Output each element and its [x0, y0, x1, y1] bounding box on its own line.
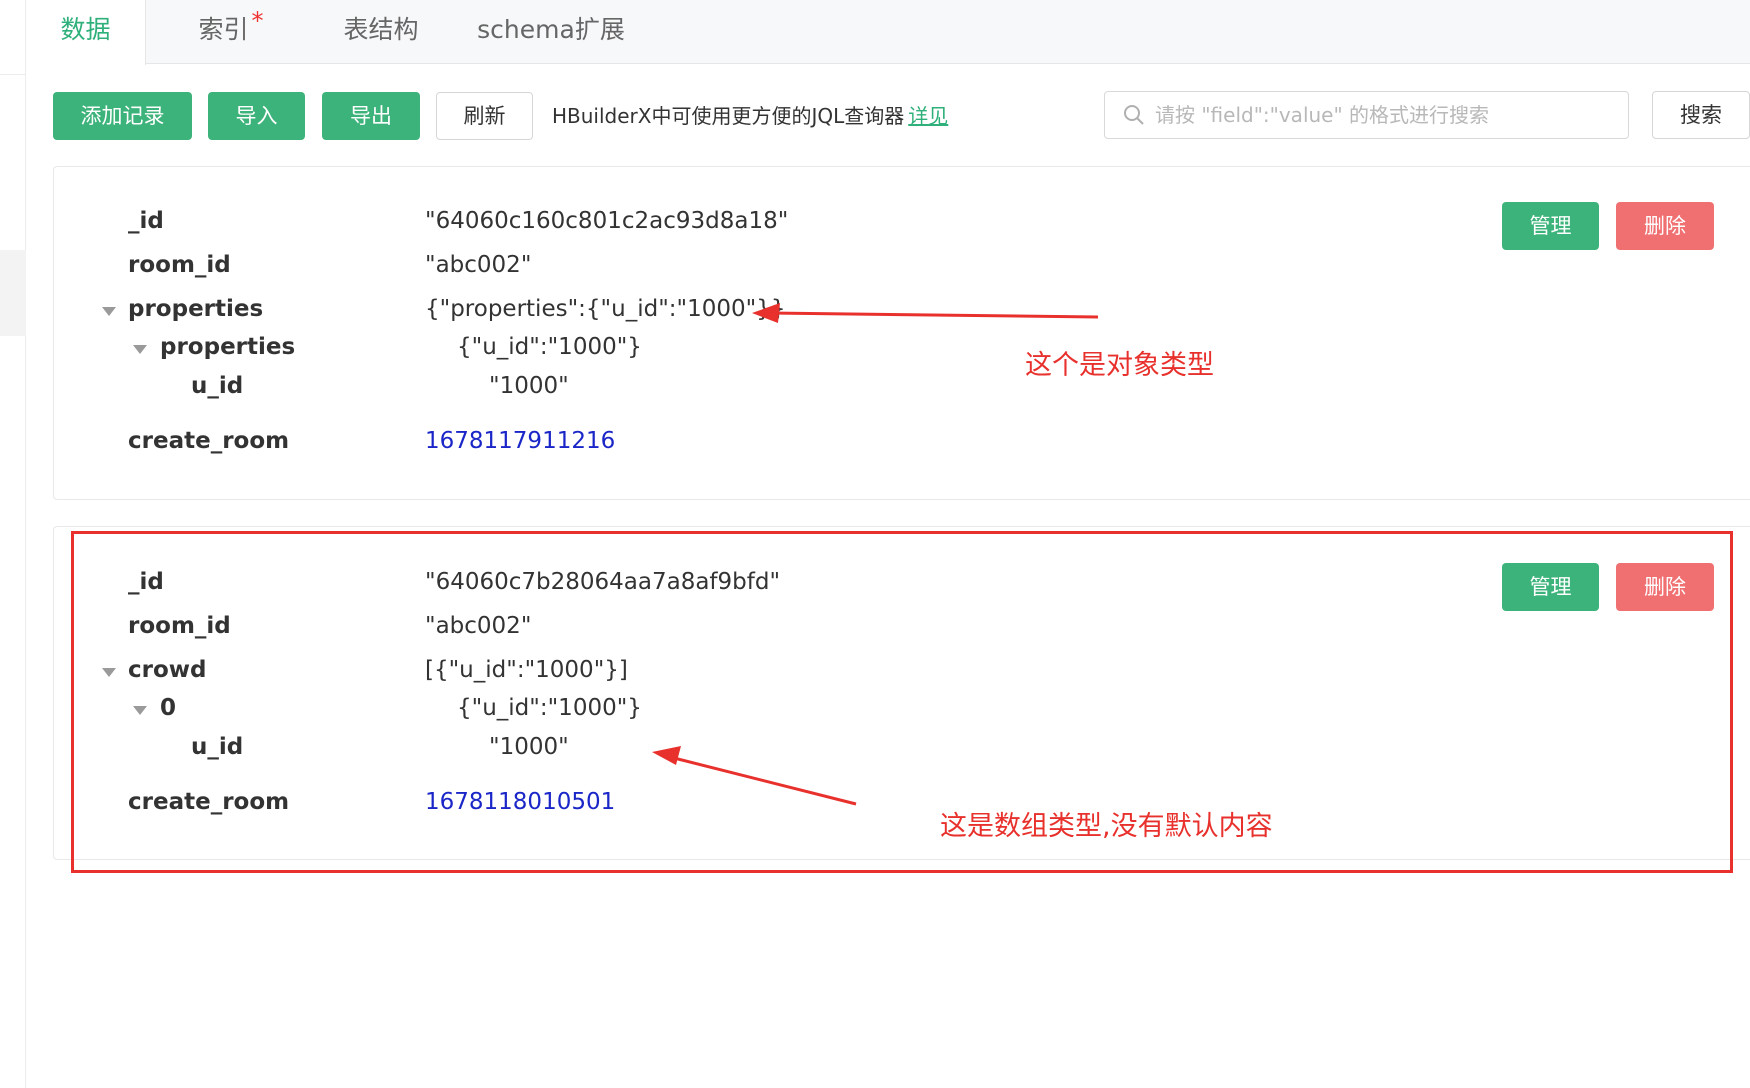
tab-schema-structure[interactable]: 表结构: [306, 0, 456, 64]
tab-index[interactable]: 索引 *: [166, 0, 296, 64]
tab-schema-extension-label: schema扩展: [477, 15, 625, 44]
tab-schema-structure-label: 表结构: [343, 15, 419, 44]
search-input[interactable]: [1155, 98, 1615, 132]
search-button[interactable]: 搜索: [1652, 91, 1750, 139]
field-value: 1678117911216: [425, 428, 616, 454]
field-value: "abc002": [425, 252, 532, 278]
collapse-caret-icon[interactable]: [102, 307, 116, 316]
field-key: properties: [128, 296, 264, 322]
export-button[interactable]: 导出: [322, 92, 420, 140]
record-card-1: [53, 166, 1750, 500]
field-key: u_id: [191, 373, 244, 399]
manage-button-1[interactable]: 管理: [1502, 202, 1599, 250]
required-mark: *: [251, 7, 264, 35]
field-value: {"u_id":"1000"}: [457, 334, 642, 360]
tab-data[interactable]: 数据: [26, 0, 146, 65]
annotation-highlight-box: [71, 531, 1733, 873]
refresh-button[interactable]: 刷新: [436, 92, 533, 140]
annotation-array-type: 这是数组类型,没有默认内容: [940, 811, 1273, 842]
tab-data-label: 数据: [60, 15, 111, 44]
jql-hint: HBuilderX中可使用更方便的JQL查询器 详见: [552, 100, 948, 129]
import-button[interactable]: 导入: [208, 92, 305, 140]
field-value: "64060c160c801c2ac93d8a18": [425, 208, 789, 234]
add-record-button[interactable]: 添加记录: [53, 92, 192, 140]
gutter-divider: [0, 74, 26, 75]
field-key: create_room: [128, 428, 290, 454]
field-key: _id: [128, 208, 164, 234]
field-key: room_id: [128, 252, 231, 278]
tab-index-label: 索引: [198, 15, 249, 44]
field-key: properties: [160, 334, 296, 360]
jql-hint-text: HBuilderX中可使用更方便的JQL查询器: [552, 104, 905, 128]
left-gutter: [0, 0, 26, 1088]
delete-button-1[interactable]: 删除: [1616, 202, 1714, 250]
tab-bar: 数据 索引 * 表结构 schema扩展: [26, 0, 1750, 65]
search-box: [1104, 91, 1629, 139]
annotation-object-type: 这个是对象类型: [1025, 350, 1214, 381]
field-value: {"properties":{"u_id":"1000"}}: [425, 296, 786, 322]
tab-schema-extension[interactable]: schema扩展: [456, 0, 646, 64]
jql-details-link[interactable]: 详见: [908, 104, 948, 128]
collapse-caret-icon[interactable]: [133, 345, 147, 354]
search-icon: [1124, 105, 1144, 125]
gutter-marker: [0, 250, 26, 336]
field-value: "1000": [489, 373, 569, 399]
app-root: 数据 索引 * 表结构 schema扩展 添加记录 导入 导出 刷新 HBuild…: [0, 0, 1750, 1088]
